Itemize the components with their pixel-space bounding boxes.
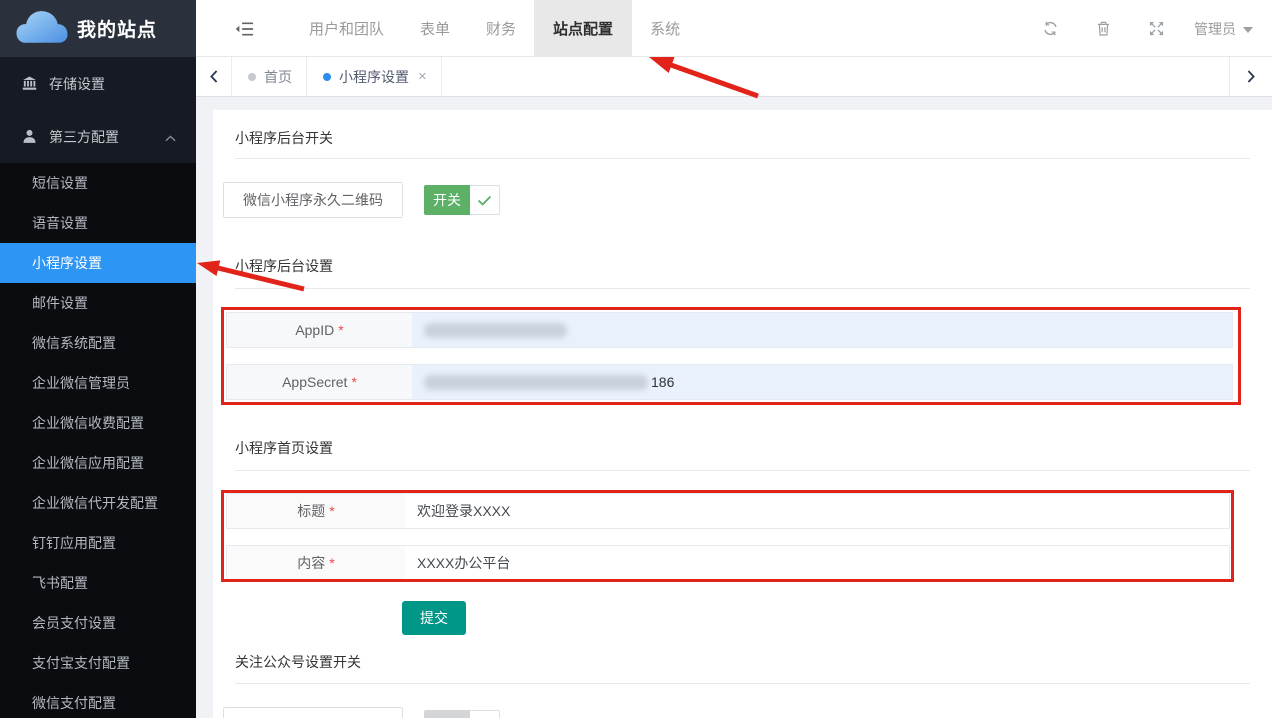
sidebar-item-label: 第三方配置 bbox=[49, 127, 165, 147]
sidebar: 我的站点 存储设置 第三方配置 bbox=[0, 0, 196, 718]
switch-label: 开关 bbox=[424, 185, 470, 215]
app-window: 我的站点 存储设置 第三方配置 bbox=[0, 0, 1272, 718]
title-row: 标题* 欢迎登录XXXX bbox=[226, 493, 1230, 529]
backend-settings-form: AppID* AppSecret* 186 bbox=[226, 312, 1233, 400]
title-label: 标题* bbox=[227, 494, 405, 528]
tab-bar: 首页 小程序设置 × bbox=[196, 57, 1272, 97]
menu-fold-icon[interactable] bbox=[232, 17, 256, 41]
required-asterisk: * bbox=[329, 555, 334, 571]
appid-field[interactable] bbox=[412, 313, 1232, 347]
tab-miniprogram-settings[interactable]: 小程序设置 × bbox=[307, 57, 442, 96]
user-menu[interactable]: 管理员 bbox=[1194, 19, 1253, 39]
official-account-button[interactable] bbox=[223, 707, 403, 718]
qr-code-button[interactable]: 微信小程序永久二维码 bbox=[223, 182, 403, 218]
close-icon[interactable]: × bbox=[418, 69, 427, 84]
fullscreen-icon[interactable] bbox=[1148, 21, 1164, 37]
content-field[interactable]: XXXX办公平台 bbox=[405, 546, 1229, 580]
cloud-logo-icon bbox=[16, 7, 68, 50]
nav-item-forms[interactable]: 表单 bbox=[402, 0, 468, 57]
appsecret-visible-suffix: 186 bbox=[651, 374, 674, 390]
content-label: 内容* bbox=[227, 546, 405, 580]
user-label: 管理员 bbox=[1194, 19, 1236, 39]
sidebar-item-mail[interactable]: 邮件设置 bbox=[0, 283, 196, 323]
sidebar-item-wecom-billing[interactable]: 企业微信收费配置 bbox=[0, 403, 196, 443]
sidebar-item-thirdparty[interactable]: 第三方配置 bbox=[0, 110, 196, 163]
section-title-backend-settings: 小程序后台设置 bbox=[213, 218, 1272, 288]
official-account-switch-row bbox=[223, 707, 1272, 718]
appsecret-label: AppSecret* bbox=[227, 365, 412, 399]
chevron-down-icon bbox=[1243, 27, 1253, 33]
sidebar-item-wecom-app[interactable]: 企业微信应用配置 bbox=[0, 443, 196, 483]
sidebar-item-feishu[interactable]: 飞书配置 bbox=[0, 563, 196, 603]
person-icon bbox=[22, 129, 38, 145]
appsecret-row: AppSecret* 186 bbox=[226, 364, 1233, 400]
required-asterisk: * bbox=[338, 322, 343, 338]
sidebar-item-wechat-pay[interactable]: 微信支付配置 bbox=[0, 683, 196, 718]
nav-item-site-config[interactable]: 站点配置 bbox=[534, 0, 632, 57]
appid-row: AppID* bbox=[226, 312, 1233, 348]
sidebar-item-wecom-admin[interactable]: 企业微信管理员 bbox=[0, 363, 196, 403]
brand[interactable]: 我的站点 bbox=[0, 0, 196, 57]
brand-title: 我的站点 bbox=[77, 15, 157, 42]
required-asterisk: * bbox=[329, 503, 334, 519]
title-field[interactable]: 欢迎登录XXXX bbox=[405, 494, 1229, 528]
tab-dot bbox=[323, 73, 331, 81]
sidebar-item-alipay[interactable]: 支付宝支付配置 bbox=[0, 643, 196, 683]
sidebar-item-wecom-dev[interactable]: 企业微信代开发配置 bbox=[0, 483, 196, 523]
switch-toggle-on[interactable]: 开关 bbox=[424, 185, 500, 215]
top-nav-items: 用户和团队 表单 财务 站点配置 系统 bbox=[291, 0, 698, 57]
required-asterisk: * bbox=[351, 374, 356, 390]
switch-toggle-off[interactable] bbox=[424, 710, 500, 718]
trash-icon[interactable] bbox=[1095, 21, 1111, 37]
switch-label bbox=[424, 710, 470, 718]
appid-label: AppID* bbox=[227, 313, 412, 347]
divider bbox=[235, 288, 1250, 289]
backend-switch-row: 微信小程序永久二维码 开关 bbox=[223, 182, 1272, 218]
navbar-actions: 管理员 bbox=[1005, 0, 1272, 57]
sidebar-item-miniprogram[interactable]: 小程序设置 bbox=[0, 243, 196, 283]
check-icon bbox=[470, 185, 500, 215]
sidebar-submenu: 短信设置 语音设置 小程序设置 邮件设置 微信系统配置 企业微信管理员 企业微信… bbox=[0, 163, 196, 718]
divider bbox=[235, 683, 1250, 684]
chevron-left-icon[interactable] bbox=[196, 57, 232, 96]
nav-item-users-teams[interactable]: 用户和团队 bbox=[291, 0, 402, 57]
divider bbox=[235, 470, 1250, 471]
chevron-right-icon[interactable] bbox=[1229, 57, 1272, 96]
chevron-up-icon bbox=[165, 129, 176, 145]
sidebar-item-storage[interactable]: 存储设置 bbox=[0, 57, 196, 110]
homepage-settings-form: 标题* 欢迎登录XXXX 内容* XXXX办公平台 bbox=[226, 493, 1230, 581]
sidebar-item-member-pay[interactable]: 会员支付设置 bbox=[0, 603, 196, 643]
sidebar-item-sms[interactable]: 短信设置 bbox=[0, 163, 196, 203]
tab-home[interactable]: 首页 bbox=[232, 57, 307, 96]
content-area: 小程序后台开关 微信小程序永久二维码 开关 小程序后台设置 AppID* bbox=[196, 97, 1272, 718]
switch-box bbox=[470, 710, 500, 718]
submit-button[interactable]: 提交 bbox=[402, 601, 466, 635]
content-row: 内容* XXXX办公平台 bbox=[226, 545, 1230, 581]
section-title-official-account-switch: 关注公众号设置开关 bbox=[213, 635, 1272, 683]
appsecret-field[interactable]: 186 bbox=[412, 365, 1232, 399]
tab-label: 小程序设置 bbox=[339, 67, 409, 87]
nav-item-system[interactable]: 系统 bbox=[632, 0, 698, 57]
tab-dot bbox=[248, 73, 256, 81]
masked-value bbox=[424, 323, 567, 338]
top-navbar: 用户和团队 表单 财务 站点配置 系统 bbox=[196, 0, 1272, 57]
refresh-icon[interactable] bbox=[1042, 21, 1058, 37]
sidebar-item-label: 存储设置 bbox=[49, 74, 176, 94]
section-title-backend-switch: 小程序后台开关 bbox=[213, 110, 1272, 158]
section-title-homepage-settings: 小程序首页设置 bbox=[213, 400, 1272, 470]
settings-panel: 小程序后台开关 微信小程序永久二维码 开关 小程序后台设置 AppID* bbox=[213, 110, 1272, 718]
sidebar-item-wechat-system[interactable]: 微信系统配置 bbox=[0, 323, 196, 363]
nav-item-finance[interactable]: 财务 bbox=[468, 0, 534, 57]
bank-icon bbox=[22, 76, 38, 92]
tab-label: 首页 bbox=[264, 67, 292, 87]
masked-value bbox=[424, 375, 648, 390]
divider bbox=[235, 158, 1250, 159]
sidebar-item-dingtalk[interactable]: 钉钉应用配置 bbox=[0, 523, 196, 563]
sidebar-item-voice[interactable]: 语音设置 bbox=[0, 203, 196, 243]
